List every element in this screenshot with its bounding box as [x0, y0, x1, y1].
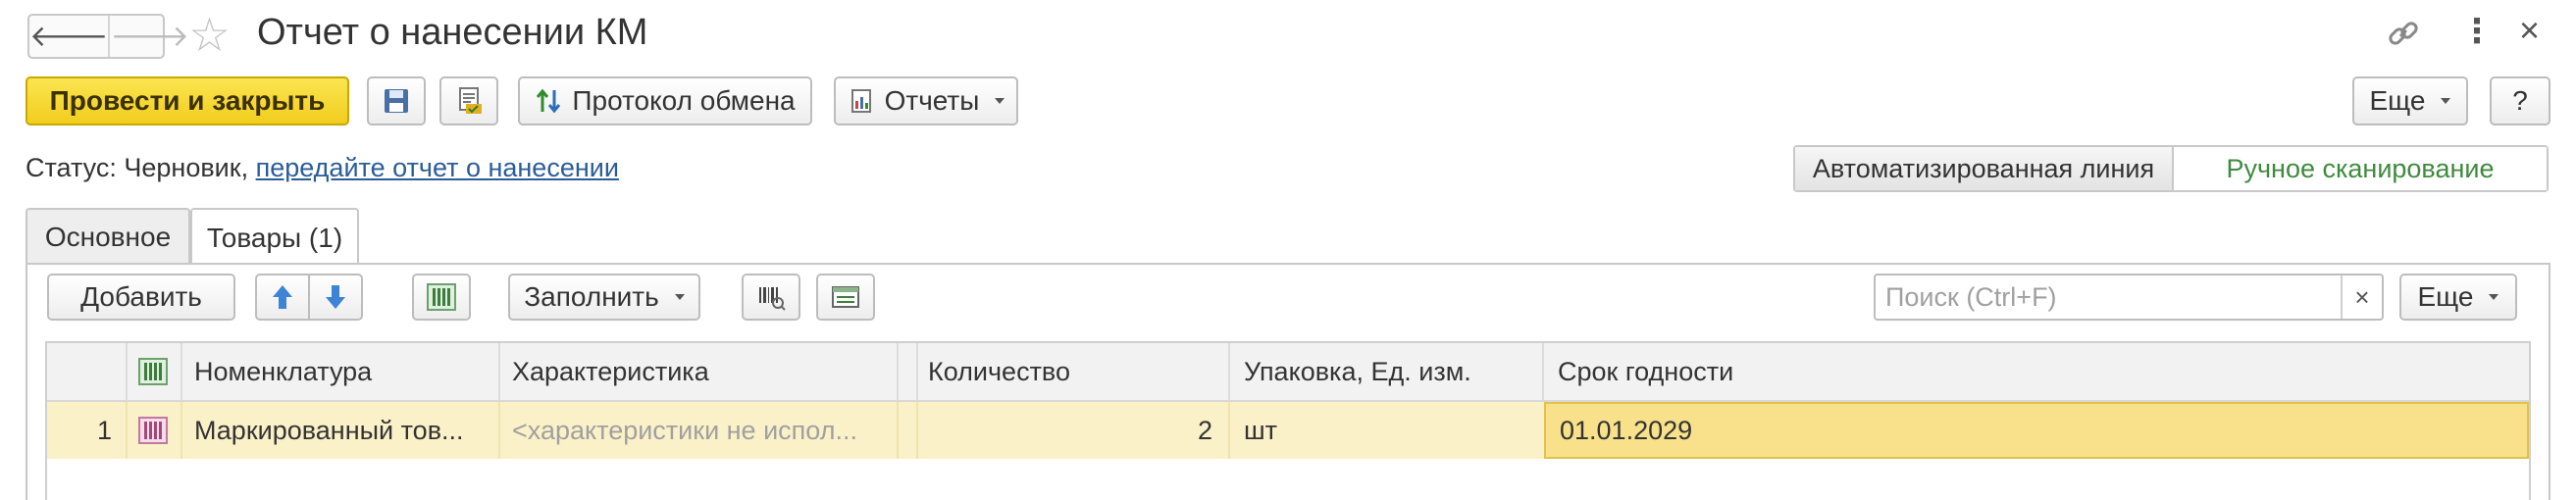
scan-mode-switch: Автоматизированная линия Ручное сканиров…	[1793, 145, 2549, 192]
automated-line-option[interactable]: Автоматизированная линия	[1795, 147, 2174, 190]
column-separator	[916, 402, 918, 459]
arrow-down-icon	[326, 285, 345, 309]
title-bar: 🡐 🡒 ☆ Отчет о нанесении КМ ⋮ ×	[0, 0, 2576, 71]
column-separator	[897, 343, 899, 400]
manual-scan-option[interactable]: Ручное сканирование	[2174, 147, 2547, 190]
row-km-cell[interactable]	[135, 402, 171, 459]
chevron-down-icon	[2441, 98, 2451, 104]
row-number: 1	[96, 415, 112, 445]
arrow-left-icon: 🡐	[29, 21, 109, 53]
column-header-km[interactable]	[135, 343, 171, 400]
goods-table: Номенклатура Характеристика Количество У…	[45, 341, 2531, 500]
more-button[interactable]: Еще	[2352, 76, 2468, 125]
column-header-expiry[interactable]: Срок годности	[1558, 343, 1950, 400]
column-separator	[1228, 402, 1230, 459]
chevron-down-icon	[2489, 294, 2499, 300]
reports-label: Отчеты	[884, 85, 980, 116]
status-value: Черновик,	[124, 153, 249, 182]
marking-code-icon	[138, 417, 168, 444]
column-header-nomenclature[interactable]: Номенклатура	[194, 343, 489, 400]
data-selection-button[interactable]	[816, 274, 875, 321]
marking-codes-button[interactable]	[412, 274, 471, 321]
exchange-arrows-icon	[537, 88, 561, 114]
post-document-icon	[459, 87, 482, 114]
nomenclature-cell[interactable]: Маркированный тов...	[194, 402, 489, 459]
marking-code-icon	[427, 283, 456, 311]
column-separator	[916, 343, 918, 400]
post-and-close-button[interactable]: Провести и закрыть	[26, 76, 349, 125]
save-icon	[385, 89, 408, 113]
table-header: Номенклатура Характеристика Количество У…	[47, 343, 2529, 402]
reports-icon	[850, 89, 871, 113]
close-icon[interactable]: ×	[2519, 10, 2540, 51]
page-title: Отчет о нанесении КМ	[257, 12, 648, 53]
characteristic-cell[interactable]: <характеристики не испол...	[512, 402, 895, 459]
table-edit-icon	[832, 286, 859, 308]
link-icon[interactable]	[2384, 14, 2423, 53]
exchange-protocol-label: Протокол обмена	[572, 85, 796, 116]
more-label: Еще	[2369, 85, 2426, 116]
arrow-up-icon	[273, 285, 292, 309]
more-vertical-icon[interactable]: ⋮	[2460, 12, 2494, 51]
chevron-down-icon	[674, 294, 685, 300]
move-down-button[interactable]	[308, 274, 363, 321]
table-row[interactable]: 1 Маркированный тов... <характеристики н…	[47, 402, 2529, 459]
column-separator	[180, 402, 182, 459]
search-box: Поиск (Ctrl+F) ×	[1874, 274, 2384, 321]
move-up-button[interactable]	[255, 274, 310, 321]
column-separator	[498, 343, 500, 400]
add-label: Добавить	[80, 281, 202, 312]
column-separator	[1542, 343, 1544, 400]
column-separator	[126, 402, 128, 459]
tab-goods[interactable]: Товары (1)	[190, 208, 359, 267]
add-button[interactable]: Добавить	[47, 274, 235, 321]
search-input[interactable]: Поиск (Ctrl+F)	[1876, 275, 2341, 319]
chevron-down-icon	[995, 98, 1005, 104]
post-button[interactable]	[439, 76, 498, 125]
exchange-protocol-button[interactable]: Протокол обмена	[518, 76, 812, 125]
quantity-cell[interactable]: 2	[928, 402, 1212, 459]
expiry-cell[interactable]: 01.01.2029	[1544, 402, 2529, 459]
post-and-close-label: Провести и закрыть	[49, 85, 326, 116]
marking-code-icon	[138, 358, 168, 385]
back-button[interactable]: 🡐	[29, 16, 111, 57]
unit-cell[interactable]: шт	[1244, 402, 1538, 459]
send-report-link[interactable]: передайте отчет о нанесении	[256, 153, 619, 182]
column-separator	[126, 343, 128, 400]
column-header-characteristic[interactable]: Характеристика	[512, 343, 924, 400]
fill-button[interactable]: Заполнить	[508, 274, 700, 321]
status-label: Статус:	[26, 153, 117, 182]
column-separator	[498, 402, 500, 459]
goods-more-label: Еще	[2417, 281, 2474, 312]
tab-main[interactable]: Основное	[26, 208, 190, 265]
navigation-buttons: 🡐 🡒	[27, 14, 189, 59]
arrow-right-icon: 🡒	[110, 21, 189, 53]
column-header-quantity[interactable]: Количество	[928, 343, 1222, 400]
column-separator	[180, 343, 182, 400]
column-header-unit[interactable]: Упаковка, Ед. изм.	[1244, 343, 1538, 400]
fill-label: Заполнить	[524, 281, 659, 312]
help-label: ?	[2512, 85, 2528, 116]
save-button[interactable]	[367, 76, 426, 125]
status-line: Статус: Черновик, передайте отчет о нане…	[26, 153, 619, 183]
barcode-scanner-icon	[759, 287, 786, 311]
clear-search-icon[interactable]: ×	[2341, 275, 2382, 319]
forward-button[interactable]: 🡒	[110, 16, 188, 57]
scan-barcode-button[interactable]	[742, 274, 800, 321]
help-button[interactable]: ?	[2490, 76, 2550, 125]
goods-more-button[interactable]: Еще	[2399, 274, 2517, 321]
favorite-star-icon[interactable]: ☆	[188, 8, 231, 63]
column-separator	[897, 402, 899, 459]
reports-button[interactable]: Отчеты	[834, 76, 1018, 125]
column-separator	[1228, 343, 1230, 400]
